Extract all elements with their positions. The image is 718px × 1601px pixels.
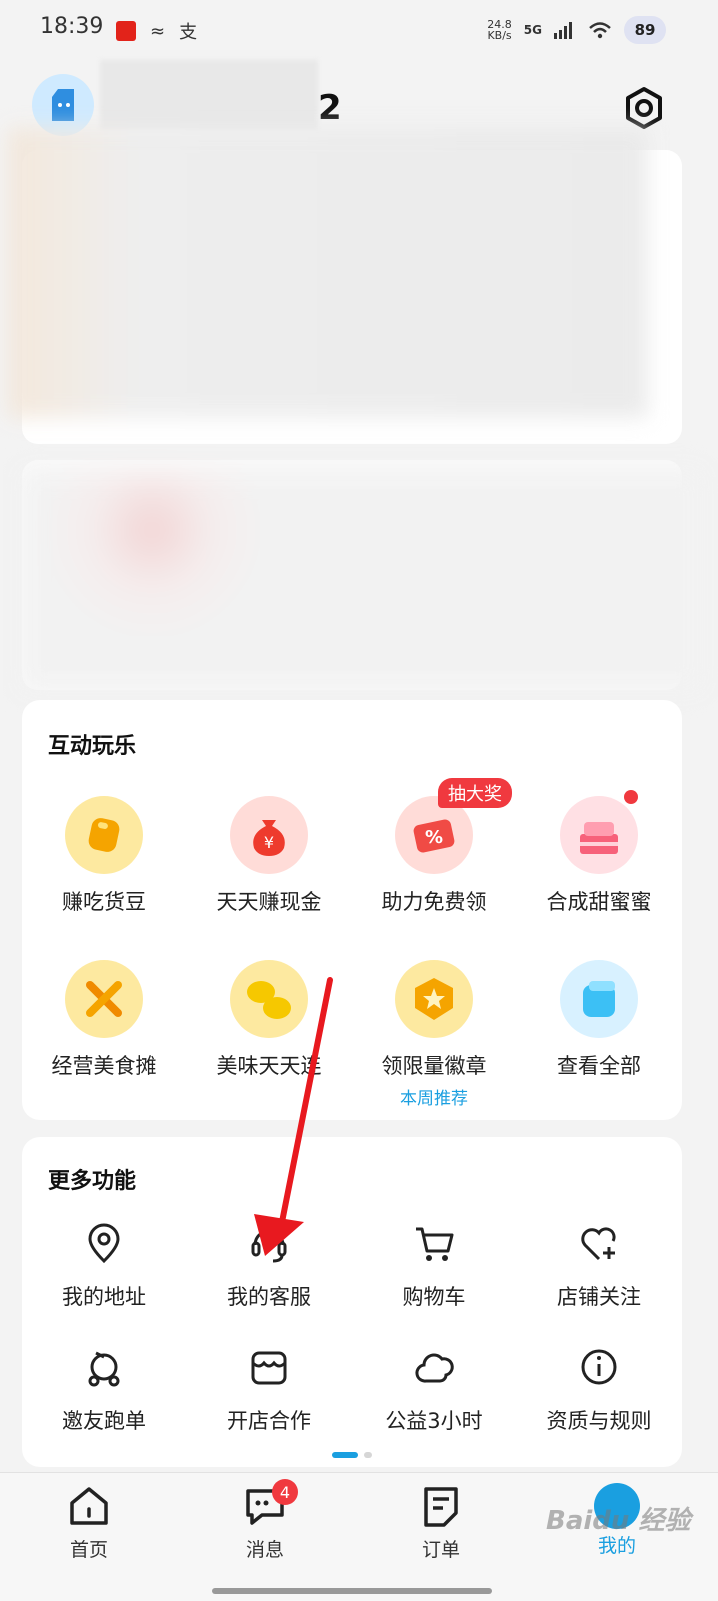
store-icon xyxy=(251,1351,287,1385)
nav-item-messages[interactable]: 4 消息 xyxy=(220,1479,310,1562)
item-label: 我的客服 xyxy=(227,1285,311,1309)
message-badge: 4 xyxy=(272,1479,298,1505)
blur-overlay-middle xyxy=(22,470,702,690)
item-label: 开店合作 xyxy=(227,1409,311,1433)
watermark: Baidu 经验 xyxy=(546,1506,691,1536)
item-label: 合成甜蜜蜜 xyxy=(546,890,652,914)
func-item-rules[interactable]: 资质与规则 xyxy=(519,1345,679,1435)
milk-carton-icon xyxy=(52,89,74,121)
item-label: 领限量徽章 xyxy=(381,1054,487,1078)
nav-label: 首页 xyxy=(69,1539,108,1561)
game-item-cake[interactable]: 合成甜蜜蜜 xyxy=(519,796,679,916)
section-title: 更多功能 xyxy=(48,1169,137,1194)
func-item-follow-stores[interactable]: 店铺关注 xyxy=(519,1221,679,1311)
game-item-beans[interactable]: 赚吃货豆 xyxy=(24,796,184,916)
blur-overlay-top xyxy=(8,128,648,418)
medal-icon xyxy=(395,960,473,1038)
item-label: 天天赚现金 xyxy=(216,890,322,914)
heart-plus-icon xyxy=(581,1227,616,1261)
svg-text:%: % xyxy=(425,827,443,848)
item-label: 公益3小时 xyxy=(385,1409,483,1433)
func-item-invite-rider[interactable]: 邀友跑单 xyxy=(24,1345,184,1435)
network-type: 5G xyxy=(523,23,542,37)
status-time: 18:39 xyxy=(40,14,104,39)
username-blurred xyxy=(100,60,318,130)
scooter-icon xyxy=(88,1351,120,1387)
page-indicator xyxy=(332,1452,372,1458)
cloud-icon xyxy=(415,1353,454,1383)
recommend-label: 本周推荐 xyxy=(400,1089,468,1109)
speed-unit: KB/s xyxy=(487,29,512,42)
func-item-charity[interactable]: 公益3小时 xyxy=(354,1345,514,1435)
avatar[interactable] xyxy=(32,74,94,136)
item-label: 店铺关注 xyxy=(557,1285,641,1309)
game-item-match[interactable]: 美味天天连 xyxy=(189,960,349,1080)
cake-icon xyxy=(560,796,638,874)
signal-icon xyxy=(554,22,572,39)
status-right: 24.8 KB/s 5G 89 xyxy=(487,16,666,44)
game-item-cash[interactable]: ¥ 天天赚现金 xyxy=(189,796,349,916)
location-pin-icon xyxy=(88,1223,120,1264)
nav-label: 消息 xyxy=(245,1539,284,1561)
func-item-cart[interactable]: 购物车 xyxy=(354,1221,514,1311)
interactive-section: 互动玩乐 赚吃货豆 ¥ 天天赚现金 % 助力免费领 合成甜蜜蜜 经营美食摊 美味… xyxy=(22,700,682,1120)
game-item-badge[interactable]: 领限量徽章 本周推荐 xyxy=(354,960,514,1109)
notification-dot xyxy=(624,790,638,804)
game-item-free[interactable]: % 助力免费领 xyxy=(354,796,514,916)
status-app-icons: ≈ 支 xyxy=(116,18,197,44)
cube-icon xyxy=(560,960,638,1038)
item-label: 我的地址 xyxy=(62,1285,146,1309)
lemon-icon xyxy=(230,960,308,1038)
item-label: 邀友跑单 xyxy=(62,1409,146,1433)
money-bag-icon: ¥ xyxy=(230,796,308,874)
func-item-open-store[interactable]: 开店合作 xyxy=(189,1345,349,1435)
home-indicator xyxy=(212,1588,492,1594)
network-speed: 24.8 KB/s xyxy=(487,19,512,41)
wifi-icon xyxy=(589,22,611,39)
item-label: 助力免费领 xyxy=(381,890,487,914)
weibo-icon: ≈ xyxy=(150,20,166,42)
nav-item-home[interactable]: 首页 xyxy=(44,1483,134,1562)
func-item-address[interactable]: 我的地址 xyxy=(24,1221,184,1311)
func-item-customer-service[interactable]: 我的客服 xyxy=(189,1221,349,1311)
headset-icon xyxy=(251,1229,287,1263)
nav-label: 订单 xyxy=(421,1539,460,1561)
section-title: 互动玩乐 xyxy=(48,734,137,759)
lottery-badge: 抽大奖 xyxy=(438,778,512,808)
game-item-food-stall[interactable]: 经营美食摊 xyxy=(24,960,184,1080)
game-item-all[interactable]: 查看全部 xyxy=(519,960,679,1080)
item-label: 经营美食摊 xyxy=(51,1054,157,1078)
cart-icon xyxy=(416,1227,454,1261)
item-label: 赚吃货豆 xyxy=(62,890,146,914)
bean-icon xyxy=(65,796,143,874)
username-suffix: 2 xyxy=(318,88,342,128)
order-icon xyxy=(424,1487,458,1527)
item-label: 购物车 xyxy=(402,1285,466,1309)
app-red-icon xyxy=(116,21,136,41)
more-functions-section: 更多功能 我的地址 我的客服 购物车 店铺关注 邀友跑单 开店合作 公益3小时 … xyxy=(22,1137,682,1467)
cooking-tools-icon xyxy=(65,960,143,1038)
settings-icon[interactable] xyxy=(622,86,666,130)
svg-text:¥: ¥ xyxy=(264,833,274,852)
home-icon xyxy=(70,1487,108,1525)
alipay-icon: 支 xyxy=(179,22,198,43)
info-icon xyxy=(581,1349,617,1385)
item-label: 美味天天连 xyxy=(216,1054,322,1078)
item-label: 资质与规则 xyxy=(546,1409,652,1433)
nav-item-orders[interactable]: 订单 xyxy=(396,1483,486,1562)
item-label: 查看全部 xyxy=(557,1054,641,1078)
battery-indicator: 89 xyxy=(624,16,666,44)
